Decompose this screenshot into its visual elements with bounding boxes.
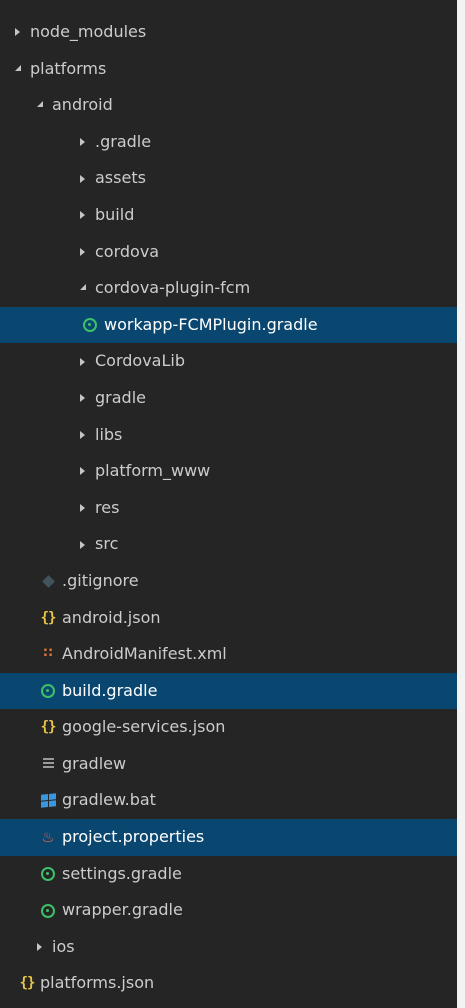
gradle-icon: [39, 892, 57, 929]
chevron-right-icon[interactable]: [75, 380, 89, 417]
tree-item-label: gradlew.bat: [62, 790, 156, 810]
tree-file-gitignore[interactable]: .gitignore: [0, 563, 457, 600]
chevron-right-icon[interactable]: [75, 160, 89, 197]
tree-item-label: android: [52, 95, 113, 115]
chevron-right-icon[interactable]: [75, 453, 89, 490]
shell-icon: [39, 746, 57, 783]
chevron-right-icon[interactable]: [10, 14, 24, 51]
chevron-right-icon[interactable]: [75, 417, 89, 454]
json-icon: {}: [40, 609, 57, 626]
tree-item-label: project.properties: [62, 827, 205, 847]
tree-folder-cordovalib[interactable]: CordovaLib: [0, 343, 457, 380]
tree-item-label: node_modules: [30, 22, 147, 41]
tree-item-label: platforms.json: [40, 973, 155, 993]
tree-item-label: gradle: [95, 387, 146, 407]
tree-item-label: ios: [52, 936, 75, 956]
chevron-right-icon[interactable]: [75, 234, 89, 271]
gradle-icon: [81, 307, 99, 344]
chevron-right-icon[interactable]: [75, 124, 89, 161]
tree-item-label: settings.gradle: [62, 863, 182, 883]
tree-item-label: wrapper.gradle: [62, 900, 183, 920]
windows-icon: [39, 782, 57, 819]
tree-folder-platforms[interactable]: platforms: [0, 51, 457, 88]
tree-file-gradlew[interactable]: gradlew: [0, 746, 457, 783]
tree-folder-node-modules[interactable]: node_modules: [0, 14, 457, 51]
gradle-icon: [39, 856, 57, 893]
tree-item-label: CordovaLib: [95, 351, 185, 371]
tree-folder-ios[interactable]: ios: [0, 929, 457, 966]
chevron-right-icon[interactable]: [75, 197, 89, 234]
tree-item-label: assets: [95, 168, 146, 188]
tree-item-label: cordova-plugin-fcm: [95, 278, 251, 298]
tree-file-build-gradle[interactable]: build.gradle: [0, 672, 457, 710]
json-icon: {}: [19, 975, 36, 992]
chevron-right-icon[interactable]: [75, 526, 89, 563]
tree-folder-gradle[interactable]: .gradle: [0, 124, 457, 161]
tree-file-wrapper-gradle[interactable]: wrapper.gradle: [0, 892, 457, 929]
chevron-down-icon[interactable]: [32, 87, 46, 124]
tree-file-project-properties[interactable]: ♨ project.properties: [0, 819, 457, 856]
tree-file-google-services-json[interactable]: {} google-services.json: [0, 709, 457, 746]
tree-item-label: AndroidManifest.xml: [62, 644, 227, 664]
file-explorer: node_modules platforms android .gradle asset…: [0, 0, 457, 1008]
chevron-down-icon[interactable]: [75, 270, 89, 307]
chevron-right-icon[interactable]: [75, 343, 89, 380]
tree-item-label: .gitignore: [62, 570, 139, 590]
chevron-right-icon[interactable]: [32, 929, 46, 966]
tree-folder-src[interactable]: src: [0, 526, 457, 563]
tree-folder-cordova[interactable]: cordova: [0, 234, 457, 271]
tree-folder-res[interactable]: res: [0, 490, 457, 527]
gradle-icon: [39, 673, 57, 710]
tree-item-label: res: [95, 497, 120, 517]
json-icon: {}: [40, 719, 57, 736]
tree-item-label: platform_www: [95, 461, 211, 481]
tree-item-label: src: [95, 534, 119, 554]
tree-item-label: gradlew: [62, 753, 127, 773]
tree-item-label: platforms: [30, 58, 107, 78]
tree-item-label: .gradle: [95, 131, 152, 151]
tree-folder-cordova-plugin-fcm[interactable]: cordova-plugin-fcm: [0, 270, 457, 307]
tree-folder-gradle[interactable]: gradle: [0, 380, 457, 417]
tree-folder-platform-www[interactable]: platform_www: [0, 453, 457, 490]
tree-file-platforms-json[interactable]: {} platforms.json: [0, 965, 457, 1002]
tree-file-androidmanifest-xml[interactable]: ∷ AndroidManifest.xml: [0, 636, 457, 673]
tree-file-gradlew-bat[interactable]: gradlew.bat: [0, 782, 457, 819]
tree-folder-assets[interactable]: assets: [0, 160, 457, 197]
tree-item-label: libs: [95, 424, 123, 444]
tree-file-workapp-fcmplugin-gradle[interactable]: workapp-FCMPlugin.gradle: [0, 306, 457, 344]
tree-file-android-json[interactable]: {} android.json: [0, 600, 457, 637]
tree-item-label: google-services.json: [62, 717, 226, 737]
tree-item-label: build: [95, 204, 135, 224]
tree-item-label: build.gradle: [62, 680, 158, 700]
chevron-down-icon[interactable]: [10, 51, 24, 88]
tree-folder-libs[interactable]: libs: [0, 417, 457, 454]
file-tree: node_modules platforms android .gradle asset…: [0, 14, 457, 1002]
git-icon: [39, 563, 57, 600]
tree-file-settings-gradle[interactable]: settings.gradle: [0, 856, 457, 893]
java-icon: ♨: [41, 828, 55, 847]
tree-item-label: android.json: [62, 607, 161, 627]
tree-folder-build[interactable]: build: [0, 197, 457, 234]
window-edge: [457, 0, 465, 1008]
tree-item-label: cordova: [95, 241, 160, 261]
tree-item-label: workapp-FCMPlugin.gradle: [104, 314, 318, 334]
rss-xml-icon: ∷: [43, 646, 53, 662]
chevron-right-icon[interactable]: [75, 490, 89, 527]
tree-folder-android[interactable]: android: [0, 87, 457, 124]
